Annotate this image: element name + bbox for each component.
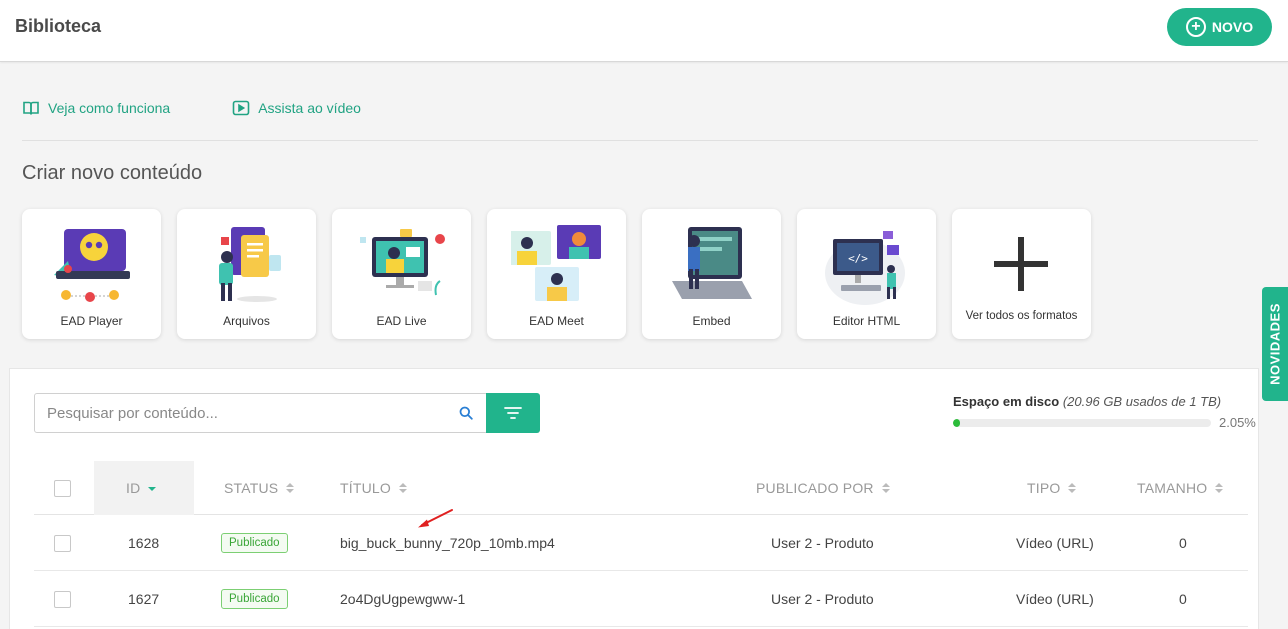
column-published-by[interactable]: PUBLICADO POR bbox=[756, 461, 890, 515]
row-id: 1628 bbox=[128, 535, 160, 551]
book-icon bbox=[23, 101, 39, 115]
column-published-by-label: PUBLICADO POR bbox=[756, 480, 874, 496]
new-button[interactable]: + NOVO bbox=[1167, 8, 1272, 46]
card-ead-player-label: EAD Player bbox=[60, 314, 123, 328]
plus-icon bbox=[994, 237, 1048, 291]
help-links: Veja como funciona Assista ao vídeo bbox=[22, 99, 361, 117]
row-checkbox[interactable] bbox=[54, 590, 71, 608]
disk-usage: Espaço em disco (20.96 GB usados de 1 TB… bbox=[953, 394, 1258, 430]
disk-usage-fill bbox=[953, 418, 960, 427]
divider bbox=[22, 140, 1258, 141]
card-ead-meet[interactable]: EAD Meet bbox=[487, 209, 626, 339]
row-title[interactable]: 2o4DgUgpewgww-1 bbox=[340, 571, 465, 627]
column-type[interactable]: TIPO bbox=[1027, 461, 1077, 515]
link-watch-video[interactable]: Assista ao vídeo bbox=[232, 99, 361, 117]
search-box bbox=[34, 393, 488, 433]
new-button-label: NOVO bbox=[1211, 19, 1254, 35]
row-checkbox[interactable] bbox=[54, 534, 71, 552]
row-published-by: User 2 - Produto bbox=[771, 535, 874, 551]
search-icon[interactable] bbox=[459, 406, 473, 420]
sort-icon bbox=[1068, 483, 1077, 493]
sort-icon bbox=[881, 483, 890, 493]
column-status[interactable]: STATUS bbox=[224, 461, 295, 515]
annotation-arrow bbox=[418, 509, 453, 528]
sort-icon bbox=[286, 483, 295, 493]
card-embed[interactable]: Embed bbox=[642, 209, 781, 339]
top-bar: Biblioteca + NOVO bbox=[0, 0, 1288, 62]
column-size-label: TAMANHO bbox=[1137, 480, 1208, 496]
sort-icon bbox=[398, 483, 407, 493]
disk-usage-bar bbox=[953, 418, 1211, 427]
content-type-cards: EAD Player Arquivos EAD Live EAD Meet Em… bbox=[22, 209, 1091, 339]
select-all-checkbox[interactable] bbox=[54, 479, 71, 497]
search-input[interactable] bbox=[35, 394, 435, 432]
row-status-cell: Publicado bbox=[221, 571, 288, 627]
table-row[interactable]: 1628 Publicado big_buck_bunny_720p_10mb.… bbox=[34, 515, 1248, 571]
column-id[interactable]: ID bbox=[126, 461, 157, 515]
column-type-label: TIPO bbox=[1027, 480, 1061, 496]
status-badge: Publicado bbox=[221, 533, 288, 553]
column-size[interactable]: TAMANHO bbox=[1137, 461, 1224, 515]
row-select-cell bbox=[54, 571, 71, 627]
content-panel: Espaço em disco (20.96 GB usados de 1 TB… bbox=[9, 368, 1259, 629]
card-embed-label: Embed bbox=[692, 314, 731, 328]
live-illustration bbox=[360, 229, 445, 296]
row-type: Vídeo (URL) bbox=[1016, 535, 1094, 551]
row-size: 0 bbox=[1179, 535, 1187, 551]
plus-circle-icon: + bbox=[1185, 17, 1206, 37]
card-editor-html[interactable]: </> Editor HTML bbox=[797, 209, 936, 339]
row-size: 0 bbox=[1179, 591, 1187, 607]
status-badge: Publicado bbox=[221, 589, 288, 609]
card-ead-player[interactable]: EAD Player bbox=[22, 209, 161, 339]
link-watch-video-label: Assista ao vídeo bbox=[258, 100, 361, 116]
row-published-by: User 2 - Produto bbox=[771, 591, 874, 607]
select-all-cell bbox=[54, 461, 71, 515]
row-select-cell bbox=[54, 515, 71, 571]
column-title-label: TÍTULO bbox=[340, 480, 391, 496]
ead-player-illustration bbox=[54, 229, 130, 302]
row-status-cell: Publicado bbox=[221, 515, 288, 571]
card-arquivos[interactable]: Arquivos bbox=[177, 209, 316, 339]
column-title[interactable]: TÍTULO bbox=[340, 461, 407, 515]
page-title: Biblioteca bbox=[15, 16, 102, 36]
sort-icon bbox=[1215, 483, 1224, 493]
disk-usage-percent: 2.05% bbox=[1219, 415, 1256, 430]
row-id: 1627 bbox=[128, 591, 160, 607]
files-illustration bbox=[219, 227, 281, 302]
card-see-all-formats-label: Ver todos os formatos bbox=[965, 310, 1078, 322]
card-ead-meet-label: EAD Meet bbox=[529, 314, 584, 328]
card-arquivos-label: Arquivos bbox=[223, 314, 270, 328]
table-header: ID STATUS TÍTULO PUBLICADO POR TIPO TAMA… bbox=[34, 461, 1248, 515]
card-see-all-formats[interactable]: Ver todos os formatos bbox=[952, 209, 1091, 339]
news-side-tab-label: NOVIDADES bbox=[1267, 303, 1283, 385]
filter-button[interactable] bbox=[486, 393, 540, 433]
embed-illustration bbox=[672, 227, 752, 299]
link-how-it-works-label: Veja como funciona bbox=[48, 100, 171, 116]
meet-illustration bbox=[511, 225, 601, 301]
play-icon bbox=[232, 100, 250, 116]
filter-icon bbox=[504, 407, 522, 419]
column-id-label: ID bbox=[126, 480, 141, 496]
html-editor-illustration: </> bbox=[825, 231, 905, 305]
link-how-it-works[interactable]: Veja como funciona bbox=[22, 99, 170, 117]
svg-text:</>: </> bbox=[848, 252, 868, 265]
disk-usage-text: (20.96 GB usados de 1 TB) bbox=[1062, 394, 1222, 409]
table-row[interactable]: 1627 Publicado 2o4DgUgpewgww-1 User 2 - … bbox=[34, 571, 1248, 627]
content-table: ID STATUS TÍTULO PUBLICADO POR TIPO TAMA… bbox=[34, 461, 1248, 627]
column-status-label: STATUS bbox=[224, 480, 279, 496]
card-ead-live-label: EAD Live bbox=[376, 314, 427, 328]
disk-label: Espaço em disco bbox=[953, 394, 1060, 409]
create-section-title: Criar novo conteúdo bbox=[22, 162, 203, 184]
news-side-tab[interactable]: NOVIDADES bbox=[1262, 287, 1288, 401]
card-editor-html-label: Editor HTML bbox=[832, 314, 901, 328]
row-type: Vídeo (URL) bbox=[1016, 591, 1094, 607]
card-ead-live[interactable]: EAD Live bbox=[332, 209, 471, 339]
sort-desc-icon bbox=[148, 485, 157, 491]
